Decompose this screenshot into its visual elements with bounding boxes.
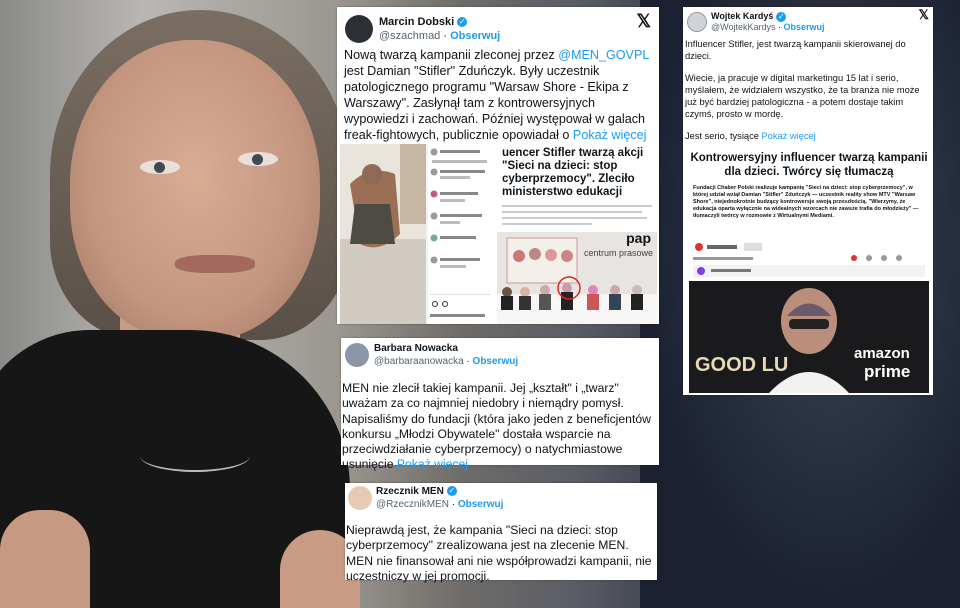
tweet-rzecznik-men: Rzecznik MEN ✓ @RzecznikMEN · Obserwuj Ni… <box>345 483 657 583</box>
tweet-paragraph: Jest serio, tysiące Pokaż więcej <box>685 131 816 141</box>
photo-text-good-luck: GOOD LU <box>695 354 788 376</box>
article-lead: Fundacji Chaber Polski realizuje kampani… <box>693 185 919 219</box>
tweet-header: Wojtek Kardyś ✓ @WojtekKardys · Obserwuj <box>687 11 825 33</box>
media-image-left[interactable] <box>340 144 495 324</box>
verified-icon: ✓ <box>457 17 468 28</box>
left-hand <box>0 510 90 608</box>
author-name[interactable]: Wojtek Kardyś <box>711 11 773 21</box>
author-handle[interactable]: @szachmad <box>379 30 440 42</box>
tweet-nowacka: Barbara Nowacka @barbaraanowacka · Obser… <box>341 338 659 471</box>
tweet-text: Nieprawdą jest, że kampania "Sieci na dz… <box>346 523 652 583</box>
avatar[interactable] <box>687 12 707 32</box>
stifler-photo: GOOD LU amazon prime <box>689 281 929 393</box>
author-name[interactable]: Marcin Dobski <box>379 16 454 28</box>
article-title: Kontrowersyjny influencer twarzą kampani… <box>690 152 928 178</box>
avatar[interactable] <box>345 15 373 43</box>
x-logo-icon[interactable]: 𝕏 <box>919 7 929 23</box>
verified-icon: ✓ <box>446 486 457 497</box>
show-more-link[interactable]: Pokaż więcej <box>573 128 647 142</box>
article-meta <box>693 243 925 277</box>
tweet-text: MEN nie zlecił takiej kampanii. Jej „ksz… <box>342 381 651 472</box>
woman-face <box>70 40 320 340</box>
left-eye <box>140 160 180 174</box>
follow-button[interactable]: Obserwuj <box>458 499 504 510</box>
tweet-paragraph: Wiecie, ja pracuje w digital marketingu … <box>685 73 920 119</box>
author-name[interactable]: Rzecznik MEN <box>376 486 444 497</box>
mention-link[interactable]: @MEN_GOVPL <box>558 48 649 62</box>
tweet-header: Barbara Nowacka @barbaraanowacka · Obser… <box>345 342 518 368</box>
author-handle[interactable]: @WojtekKardys <box>711 22 776 32</box>
avatar[interactable] <box>345 343 369 367</box>
show-more-link[interactable]: Pokaż więcej <box>761 131 815 141</box>
follow-button[interactable]: Obserwuj <box>473 356 519 367</box>
follow-button[interactable]: Obserwuj <box>450 30 500 42</box>
media-caption: centrum prasowe <box>583 248 653 258</box>
author-handle[interactable]: @RzecznikMEN <box>376 499 449 510</box>
pap-logo: pap <box>626 230 651 246</box>
lips <box>175 255 255 273</box>
author-name[interactable]: Barbara Nowacka <box>374 343 458 354</box>
photo-text-prime: prime <box>864 362 910 381</box>
tweet-header: Marcin Dobski ✓ @szachmad · Obserwuj <box>345 15 500 43</box>
press-conference-photo: pap centrum prasowe <box>497 230 657 324</box>
x-logo-icon[interactable]: 𝕏 <box>636 11 651 32</box>
verified-icon: ✓ <box>776 11 787 22</box>
tweet-text: Nową twarzą kampanii zleconej przez @MEN… <box>344 48 649 142</box>
avatar[interactable] <box>348 486 372 510</box>
follow-button[interactable]: Obserwuj <box>784 22 825 32</box>
article-screenshot[interactable]: Kontrowersyjny influencer twarzą kampani… <box>689 147 929 393</box>
show-more-link[interactable]: Pokaż więcej <box>397 457 468 471</box>
tweet-dobski: Marcin Dobski ✓ @szachmad · Obserwuj 𝕏 No… <box>337 7 659 324</box>
author-handle[interactable]: @barbaraanowacka <box>374 356 464 367</box>
tweet-media[interactable]: uencer Stifler twarzą akcji "Sieci na dz… <box>340 144 657 324</box>
tweet-header: Rzecznik MEN ✓ @RzecznikMEN · Obserwuj <box>348 485 503 511</box>
tweet-paragraph: Influencer Stifler, jest twarzą kampanii… <box>685 39 906 61</box>
media-image-right[interactable]: uencer Stifler twarzą akcji "Sieci na dz… <box>497 144 657 324</box>
tweet-text: Influencer Stifler, jest twarzą kampanii… <box>685 38 927 152</box>
photo-text-amazon: amazon <box>854 345 910 362</box>
media-headline: uencer Stifler twarzą akcji "Sieci na dz… <box>502 147 644 198</box>
collage-illustration <box>340 144 495 324</box>
article-lines <box>502 205 652 225</box>
right-eye <box>238 152 278 166</box>
photo-scene: GOOD LU amazon prime <box>689 281 929 393</box>
tweet-kardys: Wojtek Kardyś ✓ @WojtekKardys · Obserwuj … <box>683 7 933 395</box>
necklace <box>140 440 250 472</box>
